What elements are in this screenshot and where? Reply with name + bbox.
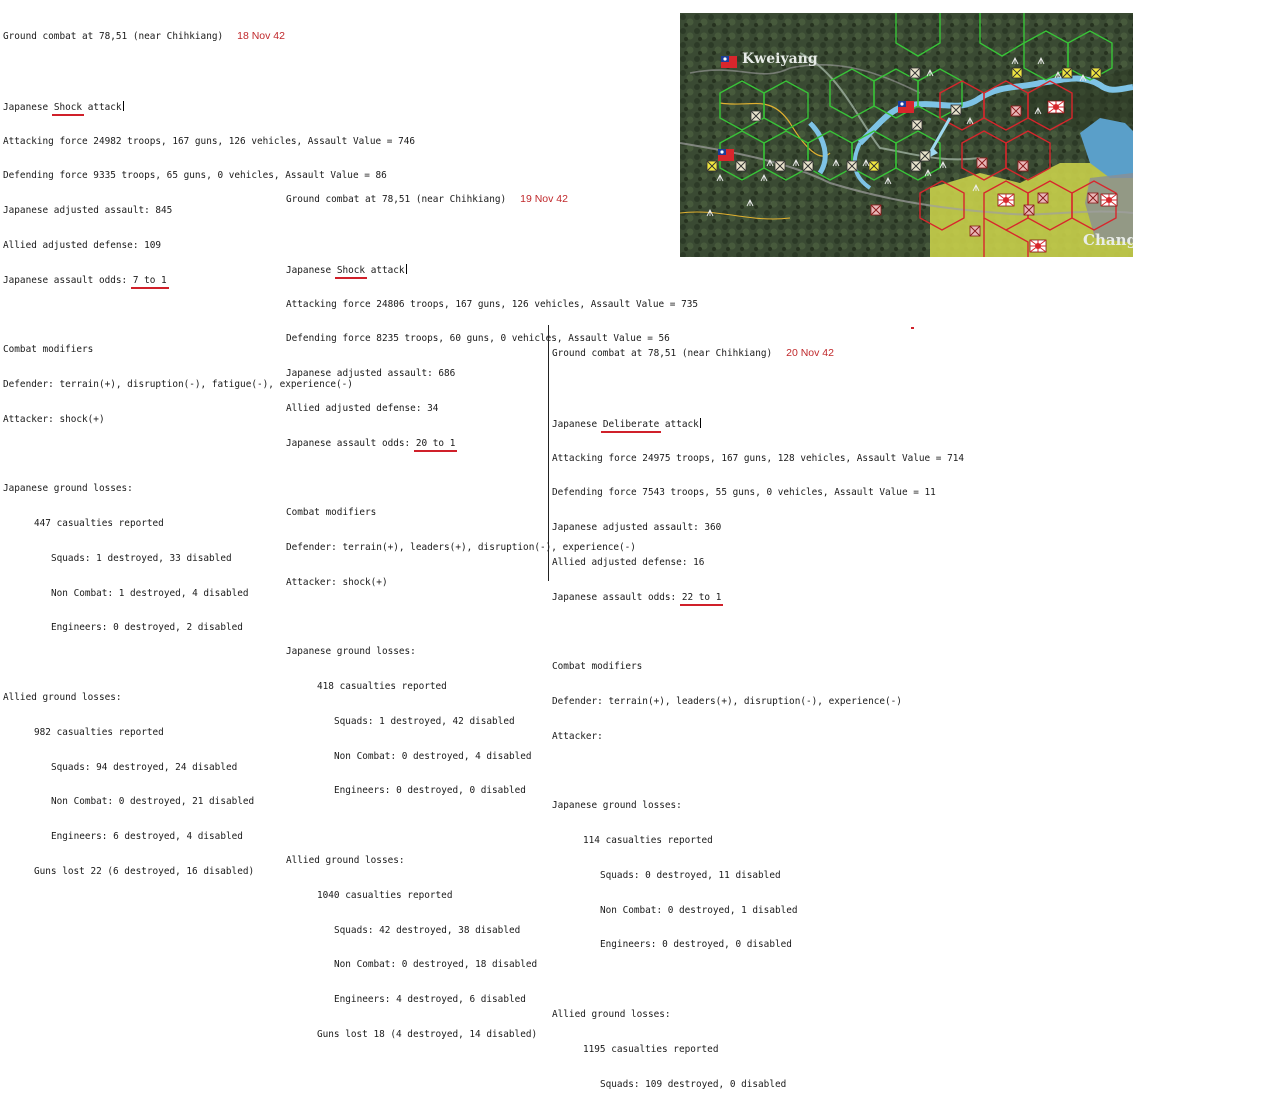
japanese-losses-header: Japanese ground losses:	[552, 800, 682, 812]
allied-squads: Squads: 42 destroyed, 38 disabled	[334, 924, 521, 936]
strategic-hex-map[interactable]: Kweiyang Chang	[680, 13, 1133, 257]
japanese-casualties: 418 casualties reported	[317, 681, 447, 693]
text-cursor	[405, 263, 407, 274]
attack-type-highlight: Shock	[53, 101, 83, 113]
allied-noncombat: Non Combat: 0 destroyed, 18 disabled	[334, 959, 538, 971]
japanese-casualties: 114 casualties reported	[583, 835, 713, 847]
allied-squads: Squads: 109 destroyed, 0 disabled	[600, 1078, 787, 1090]
map-label-chang: Chang	[1083, 231, 1133, 249]
combat-report-19-nov: Ground combat at 78,51 (near Chihkiang) 1…	[286, 171, 698, 1052]
report-title-line: Ground combat at 78,51 (near Chihkiang) 1…	[286, 193, 698, 206]
japanese-noncombat: Non Combat: 0 destroyed, 4 disabled	[334, 750, 532, 762]
allied-engineers: Engineers: 4 destroyed, 6 disabled	[334, 994, 526, 1006]
japanese-engineers: Engineers: 0 destroyed, 0 disabled	[600, 939, 792, 951]
assault-odds-highlight: 20 to 1	[415, 437, 456, 449]
attack-suffix: attack	[659, 418, 699, 430]
modifiers-header: Combat modifiers	[552, 661, 643, 673]
attack-prefix: Japanese	[552, 418, 603, 430]
report-title: Ground combat at 78,51 (near Chihkiang)	[552, 348, 773, 360]
defender-modifiers: Defender: terrain(+), leaders(+), disrup…	[552, 696, 902, 707]
map-label-kweiyang: Kweiyang	[742, 51, 818, 67]
report-title-line: Ground combat at 78,51 (near Chihkiang) 1…	[3, 30, 415, 43]
allied-losses-header: Allied ground losses:	[286, 855, 405, 867]
attack-type-highlight: Shock	[336, 264, 366, 276]
report-title: Ground combat at 78,51 (near Chihkiang)	[3, 31, 224, 43]
odds-prefix: Japanese assault odds:	[3, 274, 133, 286]
attack-type-line: Japanese Shock attack	[286, 263, 698, 276]
text-cursor	[122, 100, 124, 111]
odds-prefix: Japanese assault odds:	[552, 591, 682, 603]
assault-odds-line: Japanese assault odds: 22 to 1	[552, 592, 964, 604]
attacking-force: Attacking force 24982 troops, 167 guns, …	[3, 135, 416, 147]
allied-losses-header: Allied ground losses:	[552, 1009, 671, 1021]
report-date: 19 Nov 42	[520, 193, 568, 206]
allied-casualties: 1195 casualties reported	[583, 1043, 719, 1055]
stray-mark	[911, 327, 914, 329]
japanese-squads: Squads: 0 destroyed, 11 disabled	[600, 869, 781, 881]
attack-suffix: attack	[365, 264, 405, 276]
japanese-noncombat: Non Combat: 0 destroyed, 1 disabled	[600, 904, 798, 916]
adjusted-assault: Japanese adjusted assault: 360	[552, 522, 722, 534]
attack-prefix: Japanese	[3, 101, 54, 113]
japanese-losses-header: Japanese ground losses:	[286, 646, 416, 658]
map-canvas: Kweiyang Chang	[680, 13, 1133, 257]
odds-prefix: Japanese assault odds:	[286, 437, 416, 449]
japanese-engineers: Engineers: 0 destroyed, 0 disabled	[334, 785, 526, 797]
assault-odds-highlight: 22 to 1	[681, 591, 722, 603]
adjusted-defense: Allied adjusted defense: 16	[552, 556, 705, 568]
report-date: 20 Nov 42	[786, 347, 834, 360]
japanese-squads: Squads: 1 destroyed, 42 disabled	[334, 715, 515, 727]
allied-casualties: 1040 casualties reported	[317, 889, 453, 901]
defending-force: Defending force 7543 troops, 55 guns, 0 …	[552, 487, 936, 499]
attack-type-line: Japanese Shock attack	[3, 100, 415, 113]
report-title: Ground combat at 78,51 (near Chihkiang)	[286, 194, 507, 206]
attacking-force: Attacking force 24806 troops, 167 guns, …	[286, 298, 699, 310]
text-cursor	[699, 417, 701, 428]
assault-odds-highlight: 7 to 1	[132, 274, 167, 286]
attacker-modifiers: Attacker:	[552, 730, 603, 742]
attacking-force: Attacking force 24975 troops, 167 guns, …	[552, 452, 965, 464]
combat-report-20-nov: Ground combat at 78,51 (near Chihkiang) 2…	[548, 325, 965, 1090]
attack-type-highlight: Deliberate	[602, 418, 660, 430]
attack-type-line: Japanese Deliberate attack	[552, 417, 964, 430]
attack-prefix: Japanese	[286, 264, 337, 276]
attack-suffix: attack	[82, 101, 122, 113]
allied-guns-lost: Guns lost 18 (4 destroyed, 14 disabled)	[317, 1028, 538, 1040]
report-title-line: Ground combat at 78,51 (near Chihkiang) 2…	[552, 347, 964, 360]
report-date: 18 Nov 42	[237, 30, 285, 43]
